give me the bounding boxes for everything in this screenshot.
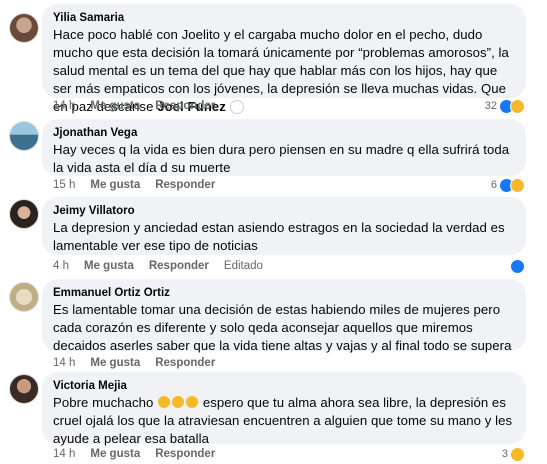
reply-button[interactable]: Responder [155,448,215,460]
reaction-summary[interactable]: 6 [491,176,525,194]
like-button[interactable]: Me gusta [90,357,140,369]
comment-bubble: Yilia Samaria Hace poco hablé con Joelit… [42,4,526,114]
sad-reaction-icon [510,98,525,114]
comment-time[interactable]: 15 h [53,179,75,191]
comment-time[interactable]: 14 h [53,357,75,369]
grin-sweat-emoji [186,396,199,408]
like-button[interactable]: Me gusta [84,260,134,272]
edited-label: Editado [223,260,263,272]
avatar[interactable] [9,13,39,43]
grin-sweat-emoji [158,396,171,408]
comment-actions: 14 h Me gusta Responder [53,355,230,371]
reply-button[interactable]: Responder [155,357,215,369]
comment-author[interactable]: Victoria Mejia [53,379,515,394]
comment-bubble: Jeimy Villatoro La depresion y anciedad … [42,197,526,255]
like-button[interactable]: Me gusta [90,179,140,191]
sad-reaction-icon [510,446,525,462]
comment-bubble: Victoria Mejia Pobre muchacho espero que… [42,372,526,446]
reaction-count: 3 [501,448,508,460]
reply-button[interactable]: Responder [155,179,215,191]
comment-actions: 14 h Me gusta Responder [53,98,230,114]
reaction-count: 6 [490,179,497,191]
comment-time[interactable]: 14 h [53,448,75,460]
like-button[interactable]: Me gusta [90,448,140,460]
comment-actions: 15 h Me gusta Responder [53,177,230,193]
avatar[interactable] [9,199,39,229]
comment-actions: 4 h Me gusta Responder Editado [53,258,278,274]
sad-reaction-icon [510,177,525,193]
comment-author[interactable]: Jjonathan Vega [53,126,515,141]
comment-text: Es lamentable tomar una decisión de esta… [53,302,512,353]
comment-bubble: Jjonathan Vega Hay veces q la vida es bi… [42,119,526,176]
like-reaction-icon [510,258,525,274]
comment-bubble: Emmanuel Ortiz Ortiz Es lamentable tomar… [42,279,526,353]
avatar[interactable] [9,374,39,404]
comment-text: La depresion y anciedad estan asiendo es… [53,220,505,253]
reaction-summary[interactable]: 3 [502,445,525,463]
reaction-count: 32 [484,100,497,112]
reply-button[interactable]: Responder [155,100,215,112]
reaction-summary[interactable]: 32 [485,97,525,115]
comment-text: Pobre muchacho espero que tu alma ahora … [53,394,515,448]
reaction-picker-icon[interactable] [229,100,244,114]
comment-author[interactable]: Yilia Samaria [53,11,515,26]
comment-actions: 14 h Me gusta Responder [53,446,230,462]
comment-time[interactable]: 4 h [53,260,69,272]
like-button[interactable]: Me gusta [90,100,140,112]
reaction-summary[interactable] [510,257,525,275]
comment-time[interactable]: 14 h [53,100,75,112]
comment-text: Hay veces q la vida es bien dura pero pi… [53,142,510,175]
avatar[interactable] [9,121,39,151]
reply-button[interactable]: Responder [149,260,209,272]
comment-author[interactable]: Emmanuel Ortiz Ortiz [53,286,515,301]
grin-sweat-emoji [172,396,185,408]
comment-author[interactable]: Jeimy Villatoro [53,204,515,219]
avatar[interactable] [9,282,39,312]
comment-body: Pobre muchacho [53,395,154,410]
